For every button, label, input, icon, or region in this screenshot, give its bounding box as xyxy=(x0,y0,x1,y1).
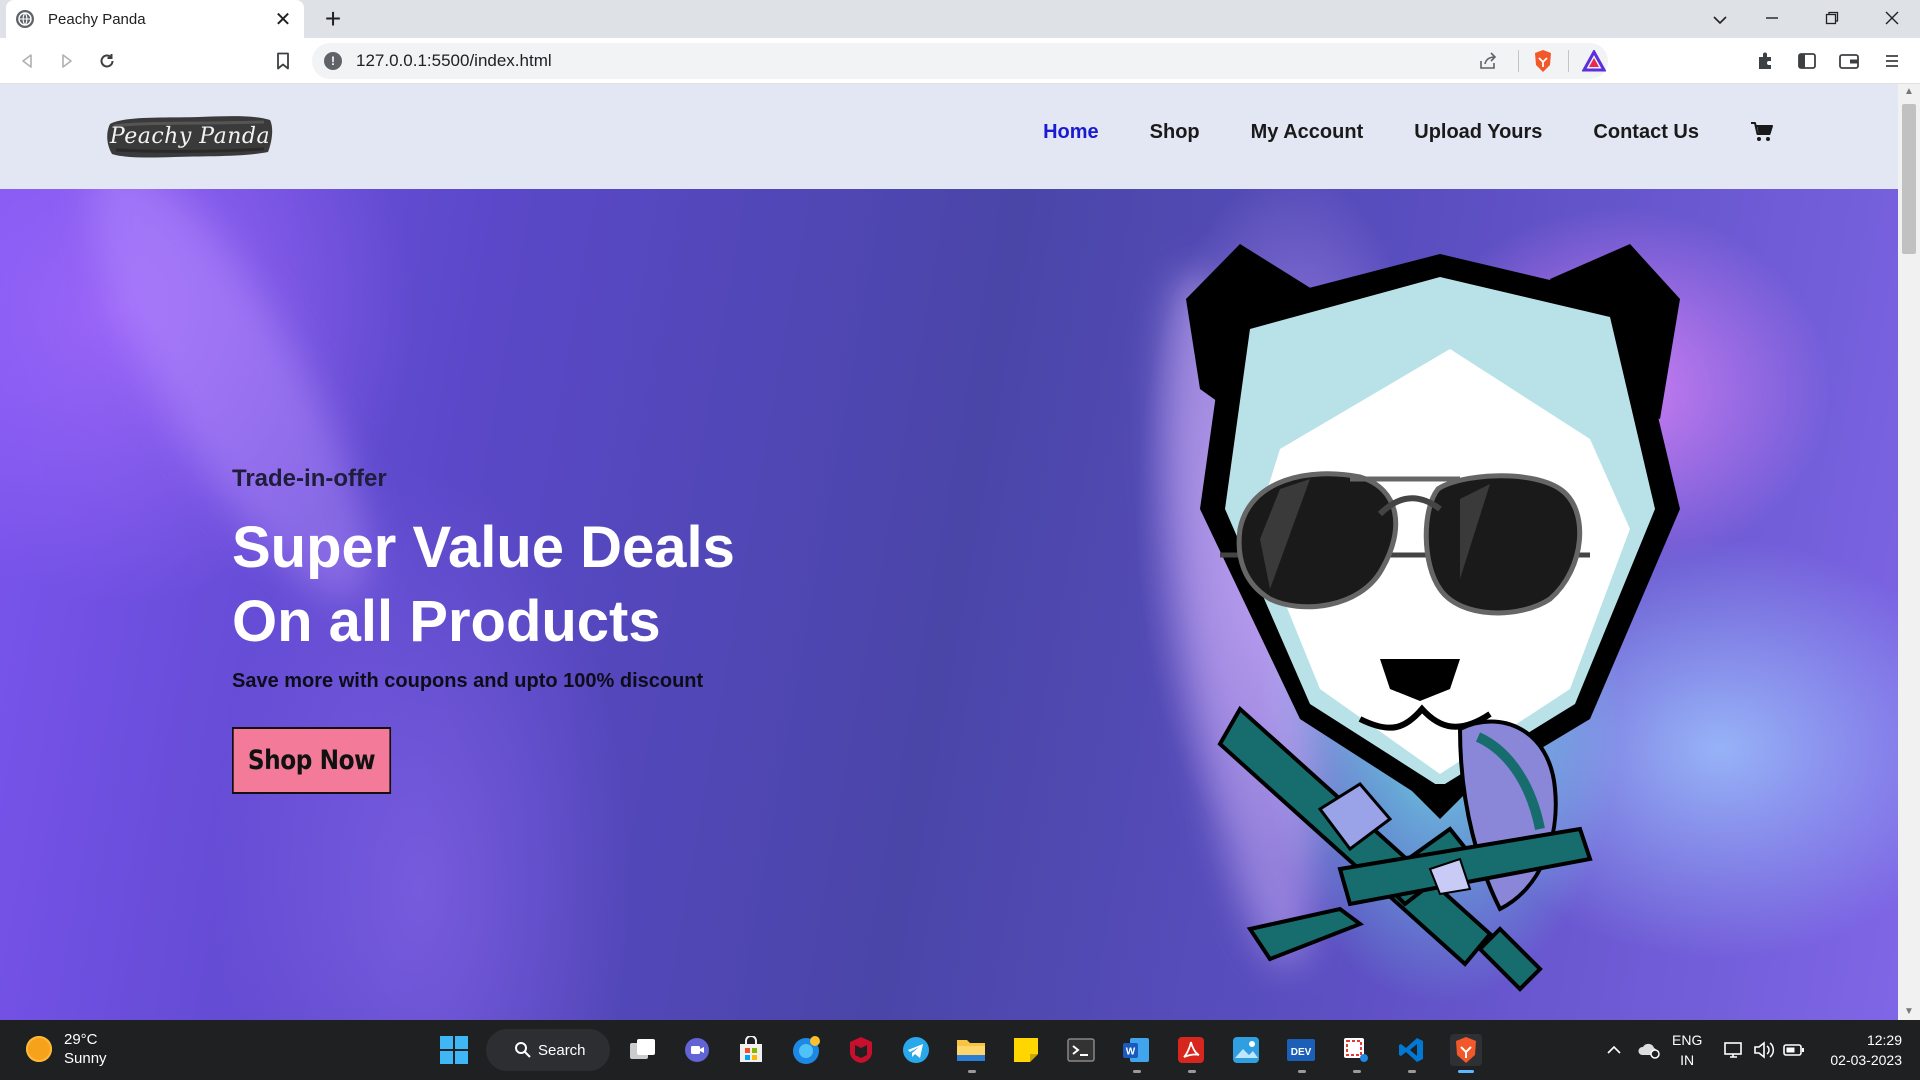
acrobat-icon[interactable] xyxy=(1175,1034,1207,1066)
hero-headline: Super Value Deals On all Products xyxy=(232,511,735,659)
chevron-up-icon[interactable] xyxy=(1600,1020,1628,1080)
search-icon xyxy=(515,1042,531,1058)
active-indicator xyxy=(1458,1070,1474,1073)
clock-time: 12:29 xyxy=(1866,1032,1902,1048)
web-page: Peachy Panda Home Shop My Account Upload… xyxy=(0,84,1898,1020)
address-bar[interactable]: ! 127.0.0.1:5500/index.html xyxy=(312,43,1608,79)
scroll-thumb[interactable] xyxy=(1902,104,1916,254)
tab-search-icon[interactable] xyxy=(1700,4,1740,34)
edge-beta-icon[interactable] xyxy=(790,1034,822,1066)
running-indicator xyxy=(1408,1070,1416,1073)
mcafee-icon[interactable] xyxy=(845,1034,877,1066)
weather-widget[interactable]: 29°C Sunny xyxy=(26,1030,107,1068)
globe-icon xyxy=(16,10,34,28)
hero-offer: Trade-in-offer xyxy=(232,465,387,492)
task-view-icon[interactable] xyxy=(627,1034,659,1066)
forward-icon[interactable] xyxy=(52,46,82,76)
vscode-icon[interactable] xyxy=(1395,1034,1427,1066)
extensions-icon[interactable] xyxy=(1754,49,1778,73)
weather-temp: 29°C xyxy=(64,1031,98,1048)
running-indicator xyxy=(1298,1070,1306,1073)
photos-icon[interactable] xyxy=(1230,1034,1262,1066)
sidebar-icon[interactable] xyxy=(1795,49,1819,73)
nav-upload-yours[interactable]: Upload Yours xyxy=(1414,118,1542,146)
headline-line-1: Super Value Deals xyxy=(232,515,735,580)
share-icon[interactable] xyxy=(1478,43,1498,79)
headline-line-2: On all Products xyxy=(232,589,661,654)
running-indicator xyxy=(1353,1070,1361,1073)
microsoft-store-icon[interactable] xyxy=(735,1034,767,1066)
nav-home[interactable]: Home xyxy=(1043,118,1099,146)
system-clock[interactable]: 12:29 02-03-2023 xyxy=(1830,1030,1902,1070)
nav-my-account[interactable]: My Account xyxy=(1251,118,1364,146)
hero-subtitle: Save more with coupons and upto 100% dis… xyxy=(232,670,704,692)
shop-now-button[interactable]: Shop Now xyxy=(232,727,392,794)
main-nav: Home Shop My Account Upload Yours Contac… xyxy=(992,118,1774,146)
weather-text: 29°C Sunny xyxy=(64,1030,107,1068)
sticky-notes-icon[interactable] xyxy=(1010,1034,1042,1066)
windows-taskbar: 29°C Sunny Search W DEV ENG IN 12:29 02-… xyxy=(0,1020,1920,1080)
clock-date: 02-03-2023 xyxy=(1830,1052,1902,1068)
close-window-button[interactable] xyxy=(1872,4,1912,34)
search-label: Search xyxy=(538,1041,586,1059)
windows-start-icon[interactable] xyxy=(438,1034,470,1066)
svg-text:DEV: DEV xyxy=(1291,1047,1312,1058)
running-indicator xyxy=(1188,1070,1196,1073)
minimize-button[interactable] xyxy=(1752,4,1792,34)
file-explorer-icon[interactable] xyxy=(955,1034,987,1066)
new-tab-button[interactable]: + xyxy=(318,4,348,34)
panda-image xyxy=(1186,244,1680,992)
brave-rewards-icon[interactable] xyxy=(1582,43,1606,79)
onedrive-network-icon[interactable] xyxy=(1632,1020,1666,1080)
info-icon[interactable]: ! xyxy=(324,52,342,70)
sun-icon xyxy=(26,1036,52,1062)
brave-browser-icon[interactable] xyxy=(1450,1034,1482,1066)
browser-tab-bar: Peachy Panda ✕ + xyxy=(0,0,1920,38)
display-icon[interactable] xyxy=(1720,1020,1748,1080)
tab-title: Peachy Panda xyxy=(48,10,146,28)
brave-shield-icon[interactable] xyxy=(1532,43,1554,79)
cart-icon[interactable] xyxy=(1750,120,1774,144)
close-tab-icon[interactable]: ✕ xyxy=(272,7,294,32)
running-indicator xyxy=(1133,1070,1141,1073)
snipping-tool-icon[interactable] xyxy=(1340,1034,1372,1066)
running-indicator xyxy=(968,1070,976,1073)
restore-button[interactable] xyxy=(1812,4,1852,34)
browser-toolbar: ! 127.0.0.1:5500/index.html xyxy=(0,38,1920,84)
nav-shop[interactable]: Shop xyxy=(1150,118,1200,146)
teams-chat-icon[interactable] xyxy=(681,1034,713,1066)
scroll-up-icon[interactable]: ▲ xyxy=(1898,84,1920,100)
taskbar-search[interactable]: Search xyxy=(486,1029,610,1071)
svg-text:W: W xyxy=(1126,1047,1136,1058)
back-icon[interactable] xyxy=(12,46,42,76)
menu-icon[interactable] xyxy=(1880,49,1904,73)
language-indicator[interactable]: ENG IN xyxy=(1672,1030,1702,1070)
site-header: Peachy Panda Home Shop My Account Upload… xyxy=(0,84,1898,189)
scroll-down-icon[interactable]: ▼ xyxy=(1898,1004,1920,1020)
page-scrollbar[interactable]: ▲ ▼ xyxy=(1898,84,1920,1020)
logo-text: Peachy Panda xyxy=(109,123,271,149)
wallet-icon[interactable] xyxy=(1837,49,1861,73)
lang-line-1: ENG xyxy=(1672,1032,1703,1048)
separator xyxy=(1518,43,1519,79)
browser-tab[interactable]: Peachy Panda ✕ xyxy=(6,0,304,38)
word-icon[interactable]: W xyxy=(1120,1034,1152,1066)
volume-icon[interactable] xyxy=(1750,1020,1778,1080)
nav-contact-us[interactable]: Contact Us xyxy=(1593,118,1699,146)
dev-home-icon[interactable]: DEV xyxy=(1285,1034,1317,1066)
url-text[interactable]: 127.0.0.1:5500/index.html xyxy=(356,51,552,71)
separator xyxy=(1568,43,1569,79)
battery-icon[interactable] xyxy=(1780,1020,1808,1080)
reload-icon[interactable] xyxy=(92,46,122,76)
bookmark-icon[interactable] xyxy=(268,46,298,76)
terminal-icon[interactable] xyxy=(1065,1034,1097,1066)
hero-section: Trade-in-offer Super Value Deals On all … xyxy=(0,189,1898,1020)
telegram-icon[interactable] xyxy=(900,1034,932,1066)
lang-line-2: IN xyxy=(1680,1052,1695,1068)
site-logo[interactable]: Peachy Panda xyxy=(104,110,276,162)
weather-desc: Sunny xyxy=(64,1050,107,1067)
